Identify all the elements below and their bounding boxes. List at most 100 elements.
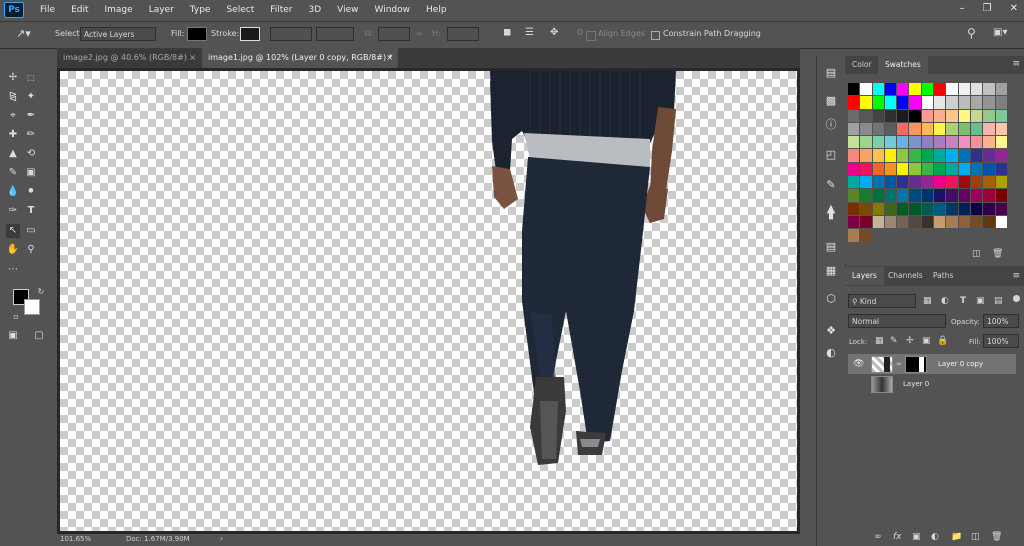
swatch[interactable]: [848, 162, 861, 177]
swatch[interactable]: [909, 83, 922, 97]
rectangle-tool-icon[interactable]: ▭: [24, 224, 38, 238]
new-swatch-icon[interactable]: ◫: [972, 249, 981, 259]
fill-field[interactable]: 100%: [983, 334, 1019, 348]
more-tools-icon[interactable]: ⋯: [6, 263, 20, 277]
swatch[interactable]: [860, 229, 873, 243]
swatch[interactable]: [970, 122, 984, 137]
height-field[interactable]: [447, 27, 479, 41]
swatch[interactable]: [884, 176, 898, 190]
swatch[interactable]: [848, 96, 861, 110]
minimize-icon[interactable]: –: [960, 3, 965, 14]
swatch[interactable]: [934, 96, 947, 110]
swatch[interactable]: [860, 162, 873, 177]
swatch[interactable]: [946, 96, 959, 110]
swatch[interactable]: [872, 109, 885, 123]
swatch[interactable]: [848, 83, 861, 97]
crop-tool-icon[interactable]: ⌖: [6, 109, 20, 123]
new-group-icon[interactable]: 📁: [951, 532, 962, 542]
swatch[interactable]: [860, 96, 873, 110]
menu-3d[interactable]: 3D: [301, 5, 330, 15]
swatch[interactable]: [909, 149, 922, 163]
swatch[interactable]: [958, 109, 971, 123]
path-selection-tool-icon[interactable]: ↗▾: [16, 27, 31, 40]
swatch[interactable]: [897, 109, 910, 123]
swatch[interactable]: [921, 136, 935, 150]
layer-row-layer-0[interactable]: Layer 0: [848, 374, 1016, 394]
swatch[interactable]: [884, 122, 898, 137]
type-filter-icon[interactable]: T: [960, 296, 966, 306]
swatch[interactable]: [934, 162, 947, 177]
settings-icon[interactable]: ⚙: [576, 28, 584, 38]
swatch[interactable]: [921, 109, 935, 123]
swatch[interactable]: [884, 96, 898, 110]
swatch[interactable]: [958, 189, 971, 203]
swatch[interactable]: [921, 202, 935, 216]
swatch[interactable]: [897, 189, 910, 203]
swatch[interactable]: [897, 83, 910, 97]
swatch[interactable]: [995, 189, 1008, 203]
swatch[interactable]: [934, 189, 947, 203]
swatch[interactable]: [897, 122, 910, 137]
swatch[interactable]: [884, 149, 898, 163]
swatch[interactable]: [983, 215, 996, 230]
swatch[interactable]: [897, 176, 910, 190]
close-tab-icon[interactable]: ×: [189, 48, 196, 68]
tab-image2[interactable]: image2.jpg @ 40.6% (RGB/8#) ×: [57, 48, 201, 68]
properties-panel-icon[interactable]: ◰: [824, 148, 838, 162]
swatch[interactable]: [909, 122, 922, 137]
swatch[interactable]: [848, 109, 861, 123]
swatch[interactable]: [983, 136, 996, 150]
swatch[interactable]: [884, 215, 898, 230]
swatch[interactable]: [970, 215, 984, 230]
swatch[interactable]: [848, 215, 861, 230]
swatch[interactable]: [860, 202, 873, 216]
swatch[interactable]: [872, 136, 885, 150]
swatch[interactable]: [934, 122, 947, 137]
swap-colors-icon[interactable]: ↻: [34, 285, 48, 299]
swatch[interactable]: [921, 162, 935, 177]
link-layers-icon[interactable]: ∞: [874, 532, 882, 542]
swatch[interactable]: [995, 176, 1008, 190]
swatch[interactable]: [970, 136, 984, 150]
swatch[interactable]: [958, 162, 971, 177]
tab-swatches[interactable]: Swatches: [878, 56, 928, 74]
marquee-tool-icon[interactable]: ⬚: [24, 71, 38, 85]
swatch[interactable]: [970, 189, 984, 203]
layer-name[interactable]: Layer 0 copy: [938, 360, 983, 368]
delete-swatch-icon[interactable]: 🗑: [992, 249, 1003, 259]
swatch[interactable]: [848, 202, 861, 216]
hand-tool-icon[interactable]: ✋: [6, 243, 20, 257]
swatch[interactable]: [995, 122, 1008, 137]
swatch[interactable]: [970, 202, 984, 216]
zoom-level[interactable]: 101.65%: [60, 535, 91, 543]
swatch[interactable]: [897, 96, 910, 110]
close-icon[interactable]: ✕: [1010, 3, 1018, 14]
swatch[interactable]: [995, 83, 1008, 97]
swatch[interactable]: [860, 176, 873, 190]
swatch[interactable]: [946, 136, 959, 150]
tab-color[interactable]: Color: [845, 56, 879, 74]
zoom-tool-icon[interactable]: ⚲: [24, 243, 38, 257]
swatch[interactable]: [860, 83, 873, 97]
add-mask-icon[interactable]: ▣: [912, 532, 921, 542]
swatch[interactable]: [970, 162, 984, 177]
swatch[interactable]: [884, 162, 898, 177]
lasso-tool-icon[interactable]: ⧎: [6, 90, 20, 104]
swatch[interactable]: [946, 215, 959, 230]
constrain-checkbox[interactable]: [651, 31, 660, 40]
swatch[interactable]: [872, 176, 885, 190]
swatch[interactable]: [897, 215, 910, 230]
swatch[interactable]: [983, 149, 996, 163]
visibility-toggle-empty[interactable]: [853, 379, 861, 387]
type-tool-icon[interactable]: T: [24, 204, 38, 218]
swatch[interactable]: [946, 189, 959, 203]
default-colors-icon[interactable]: ▫: [9, 310, 23, 324]
swatch[interactable]: [860, 149, 873, 163]
swatch[interactable]: [995, 96, 1008, 110]
lock-transparent-icon[interactable]: ▦: [875, 336, 884, 346]
swatch[interactable]: [909, 176, 922, 190]
styles-icon[interactable]: ◐: [824, 346, 838, 360]
swatch[interactable]: [848, 136, 861, 150]
adjustments-icon[interactable]: ▦: [824, 264, 838, 278]
layer-comps-icon[interactable]: ▩: [824, 94, 838, 108]
